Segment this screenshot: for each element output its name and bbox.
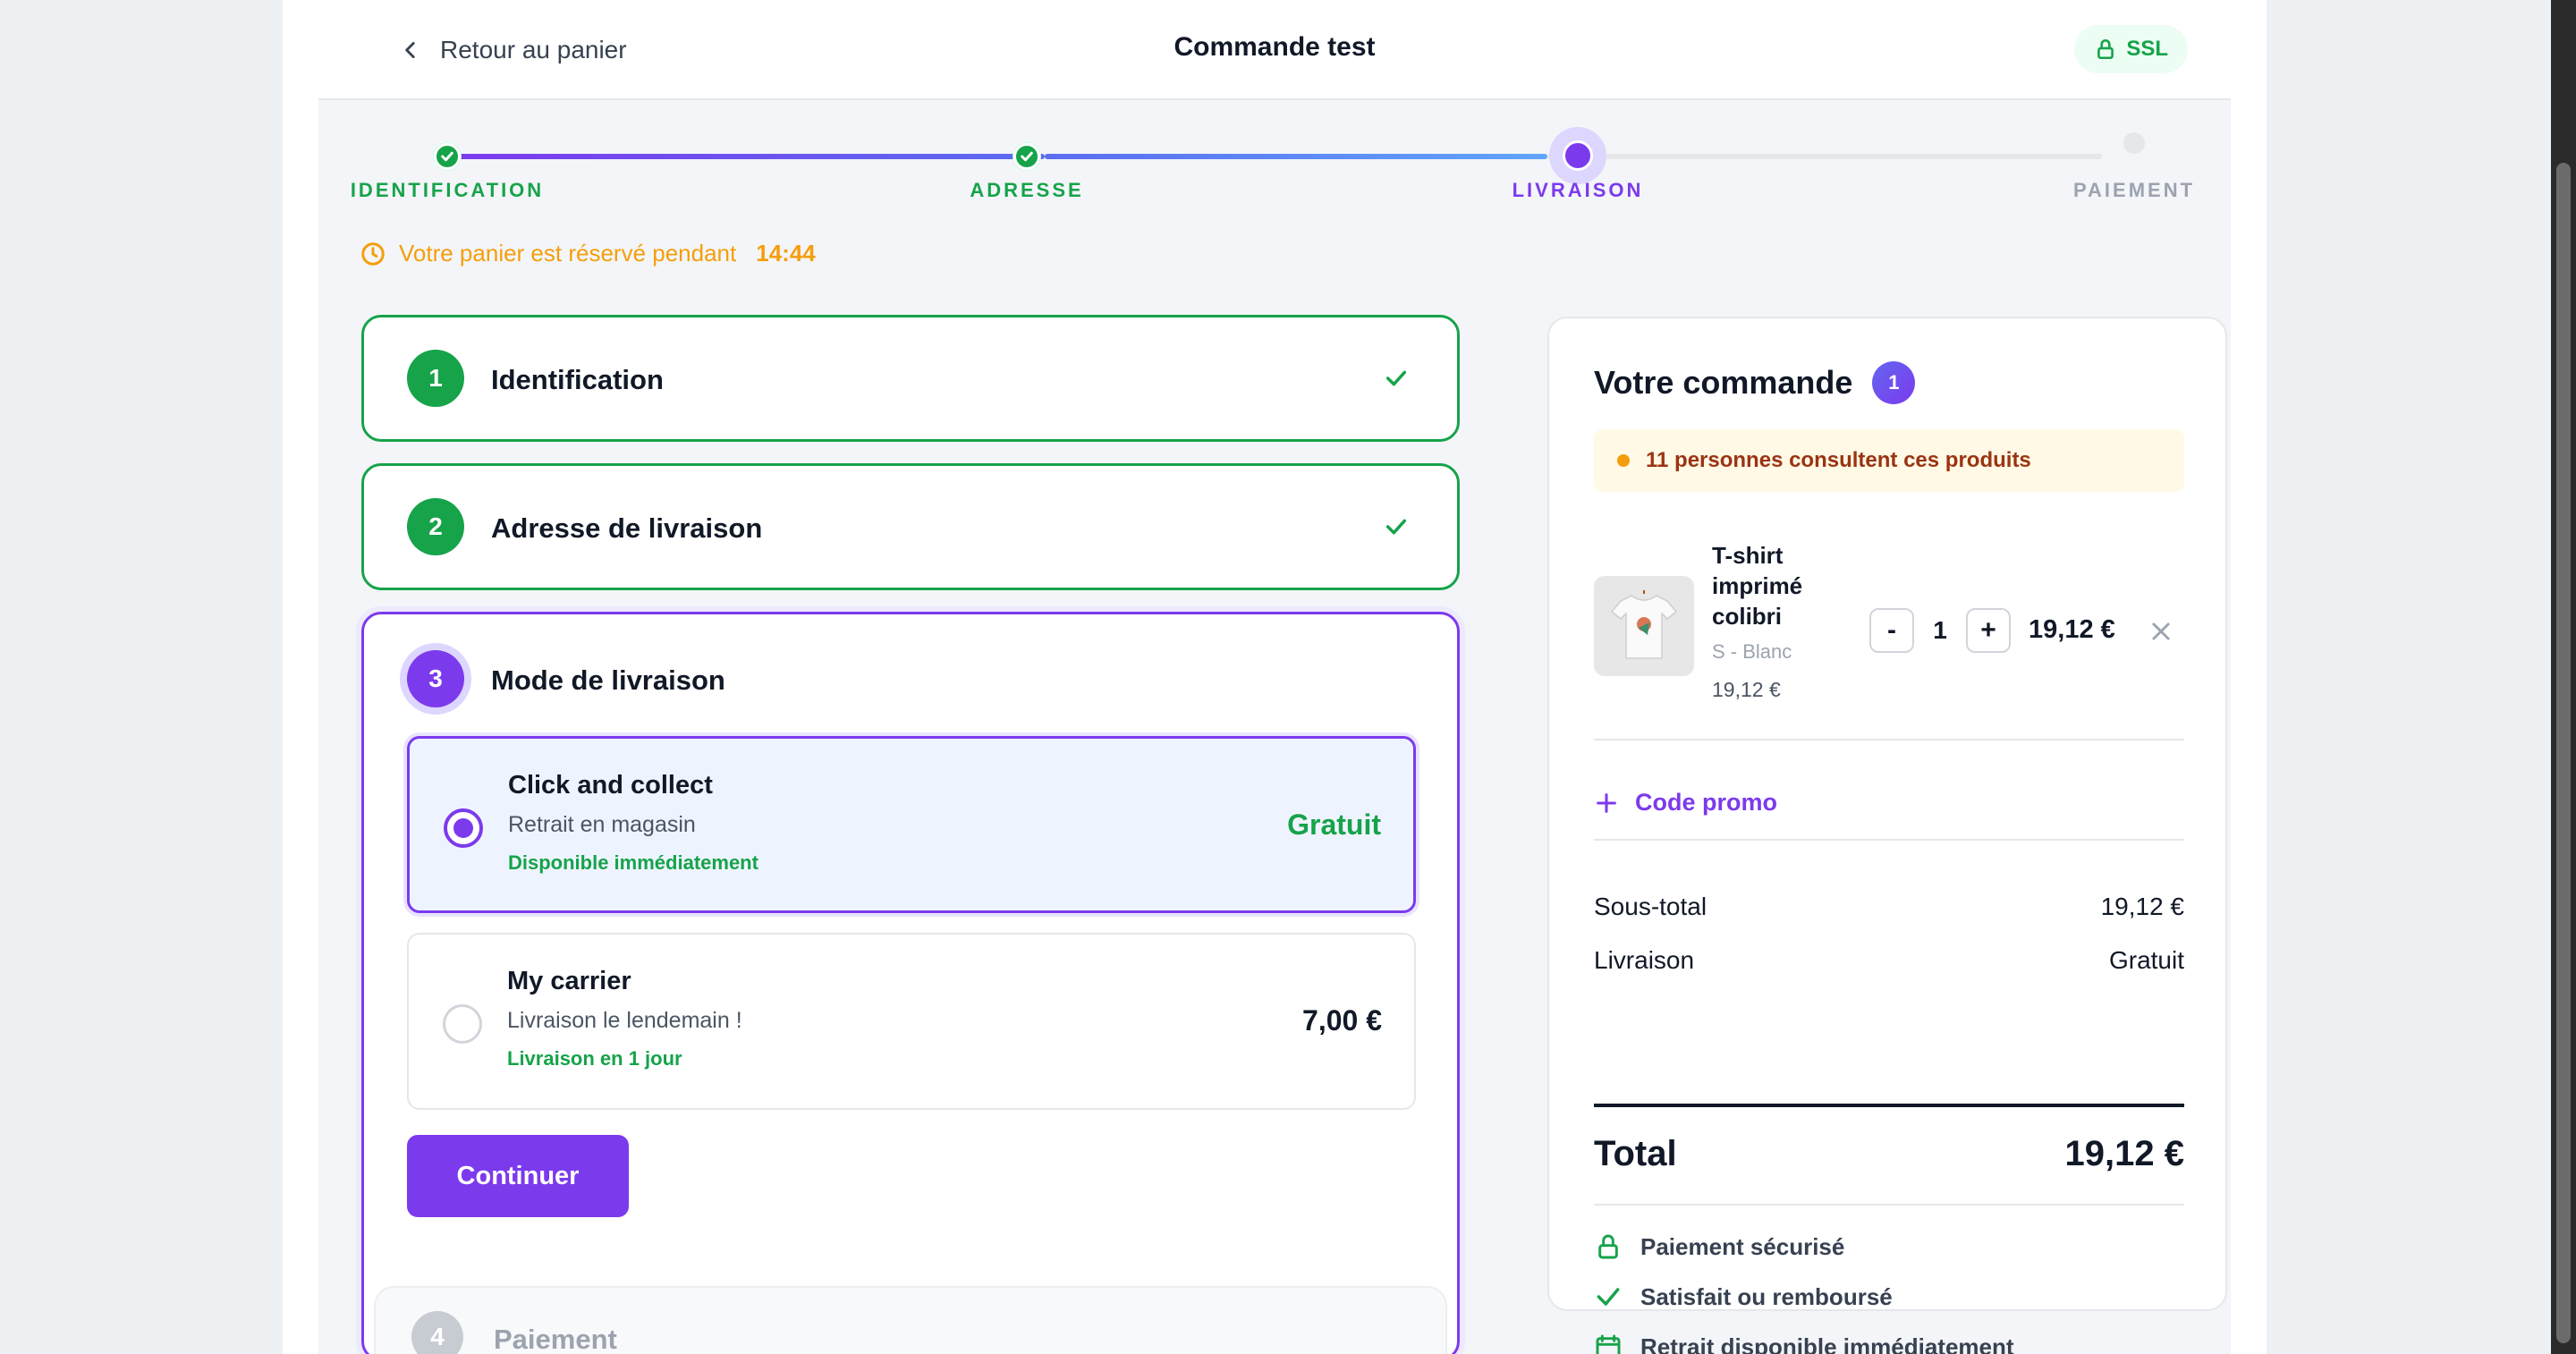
radio-click-collect[interactable]: [444, 808, 483, 848]
section-number: 2: [407, 498, 464, 555]
increase-quantity-button[interactable]: +: [1966, 608, 2011, 653]
line-total: 19,12 €: [2029, 615, 2115, 644]
section-title: Mode de livraison: [491, 664, 725, 696]
shipping-option-description: Livraison le lendemain !: [507, 1008, 742, 1033]
checkout-page: Retour au panier Commande test SSL IDENT…: [283, 0, 2267, 1354]
trust-label: Satisfait ou remboursé: [1640, 1282, 1893, 1310]
timer-text: Votre panier est réservé pendant: [399, 240, 737, 267]
step-label-adresse: ADRESSE: [970, 179, 1084, 201]
decrease-quantity-button[interactable]: -: [1869, 608, 1914, 653]
card-icon: [1596, 1334, 1621, 1354]
step-label-identification: IDENTIFICATION: [350, 179, 545, 201]
shipping-option-description: Retrait en magasin: [508, 812, 696, 837]
close-icon[interactable]: [2148, 619, 2174, 644]
tshirt-icon: [1610, 590, 1678, 659]
subtotal-label: Sous-total: [1594, 893, 1707, 920]
total-value: 19,12 €: [2064, 1134, 2184, 1173]
plus-icon: [1597, 792, 1616, 813]
lock-icon: [1598, 1234, 1618, 1259]
shipping-option-delay: Disponible immédiatement: [508, 851, 758, 874]
lock-icon: [2097, 38, 2114, 60]
section-number: 3: [407, 650, 464, 707]
subtotal-row: Sous-total 19,12 €: [1594, 893, 2184, 921]
continue-button[interactable]: Continuer: [407, 1135, 629, 1217]
step-label-livraison: LIVRAISON: [1512, 179, 1644, 201]
product-name: T-shirt imprimé colibri: [1712, 542, 1803, 630]
total-label: Total: [1594, 1134, 1677, 1173]
shipping-value: Gratuit: [2108, 946, 2184, 974]
trust-secure-payment: Paiement sécurisé: [1594, 1232, 1844, 1261]
clock-icon: [361, 241, 385, 266]
trust-label: Paiement sécurisé: [1640, 1232, 1845, 1260]
page-title: Commande test: [1174, 32, 1376, 62]
trust-pickup: Retrait disponible immédiatement: [1594, 1333, 2014, 1354]
progress-line-current: [1045, 154, 1547, 159]
cart-reservation-timer: Votre panier est réservé pendant 14:44: [360, 240, 816, 267]
section-title: Paiement: [494, 1324, 617, 1354]
ssl-label: SSL: [2126, 37, 2168, 61]
progress-line-todo: [1547, 154, 2102, 159]
subtotal-value: 19,12 €: [2100, 893, 2184, 920]
step-paiement: [2123, 132, 2145, 154]
step-label-paiement: PAIEMENT: [2072, 179, 2196, 201]
scrollbar-thumb[interactable]: [2556, 163, 2571, 1343]
order-summary-title: Votre commande: [1594, 364, 1853, 401]
order-summary: Votre commande 1 11 personnes consultent…: [1547, 317, 2227, 1354]
ssl-badge: SSL: [2074, 25, 2188, 73]
step-livraison: [1549, 127, 1606, 184]
shipping-label: Livraison: [1594, 946, 1695, 974]
check-icon: [1385, 519, 1407, 535]
step-identification[interactable]: [434, 143, 461, 170]
cart-item: T-shirt imprimé colibri S - Blanc 19,12 …: [1594, 540, 2184, 710]
checkout-header: Retour au panier Commande test SSL: [318, 0, 2231, 100]
section-number: 4: [411, 1311, 463, 1354]
step-adresse[interactable]: [1013, 143, 1040, 170]
shipping-option-my-carrier[interactable]: My carrier Livraison le lendemain ! Livr…: [407, 933, 1416, 1110]
section-adresse-livraison[interactable]: 2 Adresse de livraison: [361, 463, 1460, 590]
trust-money-back: Satisfait ou remboursé: [1594, 1282, 1893, 1311]
divider: [1594, 1204, 2184, 1206]
shipping-option-price: 7,00 €: [1302, 1004, 1382, 1037]
total-divider: [1594, 1104, 2184, 1107]
section-mode-livraison: 3 Mode de livraison Click and collect Re…: [361, 612, 1460, 1354]
viewers-notice: 11 personnes consultent ces produits: [1594, 429, 2184, 492]
radio-my-carrier[interactable]: [443, 1004, 482, 1044]
order-summary-header: Votre commande 1: [1594, 361, 1916, 404]
quantity-stepper: - 1 +: [1869, 608, 2011, 653]
item-count-badge: 1: [1872, 361, 1916, 404]
divider: [1594, 839, 2184, 841]
check-icon: [1385, 370, 1407, 386]
page-scrollbar[interactable]: [2551, 0, 2576, 1354]
viewers-text: 11 personnes consultent ces produits: [1646, 448, 2031, 472]
checkout-stepper: IDENTIFICATION ADRESSE LIVRAISON PAIEMEN…: [318, 100, 2231, 216]
product-variant: S - Blanc: [1712, 640, 1792, 663]
promo-label: Code promo: [1635, 789, 1777, 816]
pulse-dot-icon: [1617, 454, 1630, 467]
check-icon: [1597, 1288, 1620, 1306]
shipping-option-delay: Livraison en 1 jour: [507, 1047, 682, 1070]
section-identification[interactable]: 1 Identification: [361, 315, 1460, 442]
progress-line-done: [458, 154, 1045, 159]
shipping-option-name: Click and collect: [508, 771, 713, 800]
product-thumbnail: [1594, 576, 1694, 676]
section-number: 1: [407, 350, 464, 407]
trust-label: Retrait disponible immédiatement: [1640, 1333, 2014, 1354]
timer-countdown: 14:44: [756, 240, 816, 267]
total-row: Total 19,12 €: [1594, 1134, 2184, 1174]
promo-code-toggle[interactable]: Code promo: [1594, 789, 1777, 817]
section-title: Adresse de livraison: [491, 512, 763, 544]
shipping-option-name: My carrier: [507, 967, 631, 995]
check-icon: [441, 151, 453, 162]
quantity-value: 1: [1933, 616, 1947, 644]
checkout-content: IDENTIFICATION ADRESSE LIVRAISON PAIEMEN…: [318, 100, 2231, 1354]
check-icon: [1021, 151, 1033, 162]
divider: [1594, 739, 2184, 740]
shipping-row: Livraison Gratuit: [1594, 946, 2184, 975]
section-paiement: 4 Paiement: [374, 1286, 1447, 1354]
shipping-option-price: Gratuit: [1287, 808, 1381, 841]
shipping-option-click-collect[interactable]: Click and collect Retrait en magasin Dis…: [407, 736, 1416, 913]
section-title: Identification: [491, 364, 664, 395]
product-unit-price: 19,12 €: [1712, 678, 1781, 701]
